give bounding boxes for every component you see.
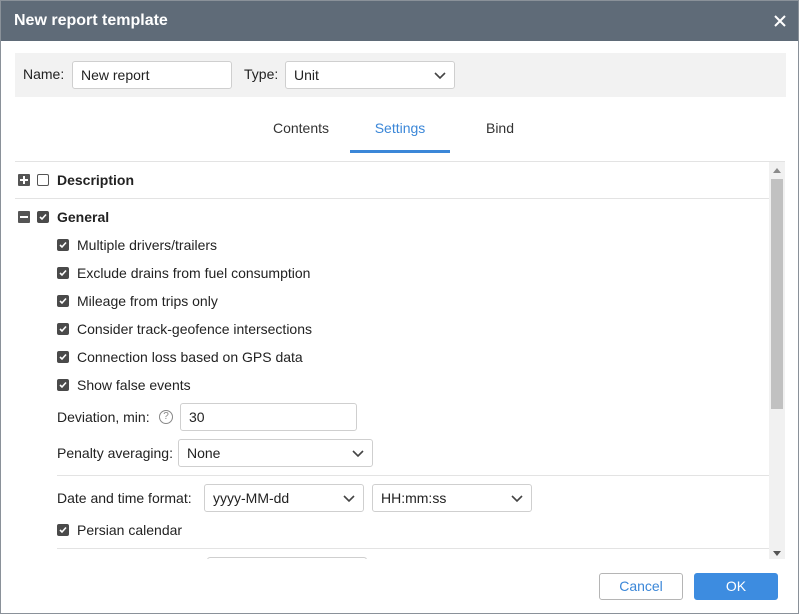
date-format-select[interactable]: yyyy-MM-dd bbox=[204, 484, 364, 512]
name-type-bar: Name: Type: Unit bbox=[15, 53, 786, 97]
date-format-value: yyyy-MM-dd bbox=[213, 490, 290, 506]
checkmark-icon bbox=[59, 381, 67, 389]
option-label: Persian calendar bbox=[77, 522, 183, 538]
description-checkbox[interactable] bbox=[37, 174, 49, 186]
checkmark-icon bbox=[59, 325, 67, 333]
checkbox[interactable] bbox=[57, 295, 69, 307]
section-description: Description bbox=[15, 162, 769, 199]
chevron-down-icon bbox=[352, 450, 364, 458]
option-label: Consider track-geofence intersections bbox=[77, 321, 313, 337]
checkmark-icon bbox=[59, 526, 67, 534]
tab-contents[interactable]: Contents bbox=[251, 111, 351, 153]
scrollbar-thumb[interactable] bbox=[771, 179, 783, 409]
checkbox[interactable] bbox=[57, 323, 69, 335]
dialog-title: New report template bbox=[14, 12, 168, 29]
divider bbox=[57, 475, 769, 476]
tab-settings[interactable]: Settings bbox=[350, 111, 450, 153]
checkmark-icon bbox=[59, 269, 67, 277]
name-label: Name: bbox=[23, 66, 65, 82]
cancel-button[interactable]: Cancel bbox=[599, 573, 683, 600]
type-label: Type: bbox=[244, 66, 279, 82]
collapse-minus-icon[interactable] bbox=[18, 211, 30, 223]
penalty-averaging-select[interactable]: None bbox=[178, 439, 373, 467]
chevron-down-icon bbox=[511, 495, 523, 503]
checkbox[interactable] bbox=[57, 267, 69, 279]
chevron-down-icon bbox=[434, 72, 446, 80]
checkmark-icon bbox=[39, 213, 47, 221]
penalty-averaging-label: Penalty averaging: bbox=[57, 445, 173, 461]
general-checkbox[interactable] bbox=[37, 211, 49, 223]
vertical-scrollbar[interactable] bbox=[769, 162, 785, 559]
tab-bind[interactable]: Bind bbox=[450, 111, 550, 153]
section-description-label: Description bbox=[57, 172, 135, 188]
tab-bar: Contents Settings Bind bbox=[1, 111, 798, 153]
penalty-averaging-value: None bbox=[187, 445, 221, 461]
option-label: Show false events bbox=[77, 377, 191, 393]
checkmark-icon bbox=[59, 241, 67, 249]
expand-plus-icon[interactable] bbox=[18, 174, 30, 186]
deviation-input[interactable] bbox=[180, 403, 357, 431]
dialog-titlebar: New report template bbox=[1, 1, 798, 41]
checkbox[interactable] bbox=[57, 524, 69, 536]
time-format-value: HH:mm:ss bbox=[381, 490, 447, 506]
close-icon[interactable] bbox=[770, 11, 790, 31]
checkmark-icon bbox=[59, 297, 67, 305]
help-icon[interactable]: ? bbox=[159, 410, 173, 424]
settings-panel: Description General Multiple drivers/tra… bbox=[15, 161, 785, 559]
deviation-label: Deviation, min: bbox=[57, 409, 150, 425]
time-format-select[interactable]: HH:mm:ss bbox=[372, 484, 532, 512]
checkmark-icon bbox=[59, 353, 67, 361]
datetime-format-label: Date and time format: bbox=[57, 490, 192, 506]
type-select-value: Unit bbox=[294, 67, 319, 83]
scroll-down-icon[interactable] bbox=[773, 551, 781, 556]
checkbox[interactable] bbox=[57, 351, 69, 363]
section-general: General Multiple drivers/trailers Exclud… bbox=[15, 199, 769, 559]
divider bbox=[57, 548, 769, 549]
option-label: Connection loss based on GPS data bbox=[77, 349, 303, 365]
checkbox[interactable] bbox=[57, 379, 69, 391]
option-label: Mileage from trips only bbox=[77, 293, 218, 309]
type-select[interactable]: Unit bbox=[285, 61, 455, 89]
report-template-dialog: New report template Name: Type: Unit Con… bbox=[0, 0, 799, 614]
chevron-down-icon bbox=[343, 495, 355, 503]
option-label: Exclude drains from fuel consumption bbox=[77, 265, 311, 281]
scroll-up-icon[interactable] bbox=[773, 168, 781, 173]
partial-field bbox=[207, 557, 367, 559]
name-input[interactable] bbox=[72, 61, 232, 89]
option-label: Multiple drivers/trailers bbox=[77, 237, 218, 253]
ok-button[interactable]: OK bbox=[694, 573, 778, 600]
checkbox[interactable] bbox=[57, 239, 69, 251]
section-general-label: General bbox=[57, 209, 110, 225]
